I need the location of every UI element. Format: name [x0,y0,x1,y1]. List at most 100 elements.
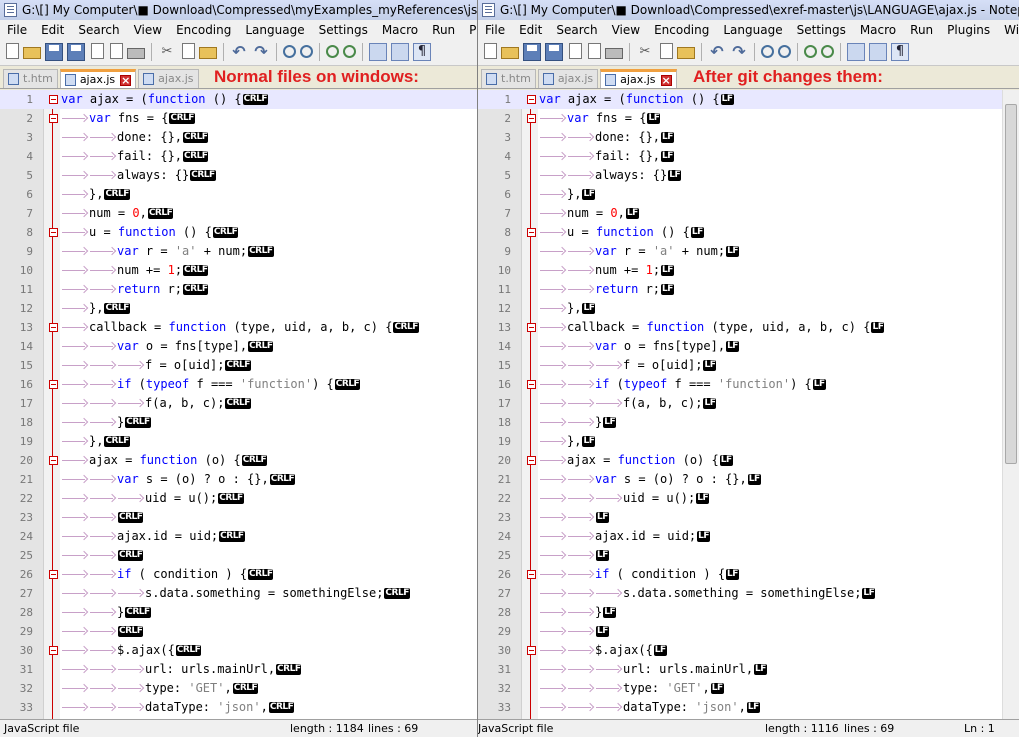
file-tab[interactable]: t.htm [481,69,536,88]
code-line[interactable]: 4 fail: {}, LF [478,147,1019,166]
window-title-bar[interactable]: G:\[] My Computer\■ Download\Compressed\… [478,0,1019,20]
menu-edit[interactable]: Edit [34,20,71,40]
menu-language[interactable]: Language [238,20,311,40]
code-line[interactable]: 1 var ajax = (function () {LF [478,90,1019,109]
code-line[interactable]: 22 uid = u(); LF [478,489,1019,508]
code-line[interactable]: 29 CRLF [0,622,477,641]
code-line[interactable]: 30 $.ajax({LF [478,641,1019,660]
menu-edit[interactable]: Edit [512,20,549,40]
code-line[interactable]: 11 return r; CRLF [0,280,477,299]
code-line[interactable]: 25 LF [478,546,1019,565]
close-all-icon[interactable] [588,43,601,59]
menu-search[interactable]: Search [549,20,604,40]
code-line[interactable]: 18} LF [478,413,1019,432]
redo-icon[interactable]: ↷ [252,43,270,61]
code-line[interactable]: 13 callback = function (type, uid, a, b, … [0,318,477,337]
menu-settings[interactable]: Settings [790,20,853,40]
code-line[interactable]: 24 ajax.id = uid; CRLF [0,527,477,546]
close-icon[interactable] [569,43,582,59]
close-tab-icon[interactable]: × [120,74,132,86]
print-icon[interactable] [127,48,145,59]
show-all-characters-icon[interactable]: ¶ [413,43,431,61]
save-icon[interactable] [523,43,541,61]
menu-view[interactable]: View [127,20,169,40]
fold-toggle-icon[interactable] [527,228,536,237]
close-icon[interactable] [91,43,104,59]
menu-file[interactable]: File [0,20,34,40]
fold-toggle-icon[interactable] [527,95,536,104]
code-line[interactable]: 18} CRLF [0,413,477,432]
cut-icon[interactable]: ✂ [636,43,654,61]
code-line[interactable]: 7 num = 0, CRLF [0,204,477,223]
paste-icon[interactable] [199,47,217,59]
cut-icon[interactable]: ✂ [158,43,176,61]
code-line[interactable]: 20 ajax = function (o) {CRLF [0,451,477,470]
paste-icon[interactable] [677,47,695,59]
new-file-icon[interactable] [484,43,497,59]
code-line[interactable]: 16 if (typeof f === 'function') {CRLF [0,375,477,394]
fold-toggle-icon[interactable] [527,323,536,332]
fold-toggle-icon[interactable] [49,570,58,579]
code-line[interactable]: 5 always: {} CRLF [0,166,477,185]
file-tab[interactable]: ajax.js × [600,69,677,88]
window-title-bar[interactable]: G:\[] My Computer\■ Download\Compressed\… [0,0,477,20]
undo-icon[interactable]: ↶ [708,43,726,61]
replace-icon[interactable] [778,45,791,58]
file-tab[interactable]: ajax.js × [59,69,137,88]
fold-toggle-icon[interactable] [49,114,58,123]
code-line[interactable]: 11 return r; LF [478,280,1019,299]
code-line[interactable]: 28} CRLF [0,603,477,622]
menu-plugins[interactable]: Plugins [462,20,477,40]
code-line[interactable]: 2 var fns = {LF [478,109,1019,128]
zoom-out-icon[interactable] [821,45,834,58]
menu-settings[interactable]: Settings [312,20,375,40]
fold-toggle-icon[interactable] [49,95,58,104]
open-file-icon[interactable] [23,47,41,59]
code-line[interactable]: 29 LF [478,622,1019,641]
code-line[interactable]: 10 num += 1; CRLF [0,261,477,280]
code-line[interactable]: 6}, CRLF [0,185,477,204]
code-line[interactable]: 2 var fns = {CRLF [0,109,477,128]
zoom-in-icon[interactable] [804,45,817,58]
fold-toggle-icon[interactable] [527,114,536,123]
code-line[interactable]: 31 url: urls.mainUrl, CRLF [0,660,477,679]
scrollbar-thumb[interactable] [1005,104,1017,464]
menu-language[interactable]: Language [716,20,789,40]
menu-view[interactable]: View [605,20,647,40]
copy-icon[interactable] [660,43,673,59]
undo-icon[interactable]: ↶ [230,43,248,61]
code-line[interactable]: 9 var r = 'a' + num; CRLF [0,242,477,261]
code-line[interactable]: 17 f(a, b, c); LF [478,394,1019,413]
save-all-icon[interactable] [545,43,563,61]
code-line[interactable]: 15 f = o[uid]; CRLF [0,356,477,375]
file-tab[interactable]: ajax.js [138,69,199,88]
replace-icon[interactable] [300,45,313,58]
code-line[interactable]: 27 s.data.something = somethingElse; CRLF [0,584,477,603]
code-line[interactable]: 33 dataType: 'json', LF [478,698,1019,717]
code-line[interactable]: 24 ajax.id = uid; LF [478,527,1019,546]
code-line[interactable]: 19}, LF [478,432,1019,451]
code-line[interactable]: 13 callback = function (type, uid, a, b, … [478,318,1019,337]
code-line[interactable]: 22 uid = u(); CRLF [0,489,477,508]
code-line[interactable]: 8 u = function () {CRLF [0,223,477,242]
word-wrap-icon[interactable] [391,43,409,61]
code-line[interactable]: 4 fail: {}, CRLF [0,147,477,166]
code-line[interactable]: 27 s.data.something = somethingElse; LF [478,584,1019,603]
code-line[interactable]: 23 CRLF [0,508,477,527]
code-line[interactable]: 33 dataType: 'json', CRLF [0,698,477,717]
fold-toggle-icon[interactable] [527,380,536,389]
save-icon[interactable] [45,43,63,61]
code-line[interactable]: 20 ajax = function (o) {LF [478,451,1019,470]
redo-icon[interactable]: ↷ [730,43,748,61]
code-line[interactable]: 31 url: urls.mainUrl, LF [478,660,1019,679]
fold-toggle-icon[interactable] [49,323,58,332]
menu-search[interactable]: Search [71,20,126,40]
new-file-icon[interactable] [6,43,19,59]
close-tab-icon[interactable]: × [660,74,672,86]
fold-toggle-icon[interactable] [527,456,536,465]
file-tab[interactable]: t.htm [3,69,58,88]
word-wrap-icon[interactable] [869,43,887,61]
find-icon[interactable] [761,45,774,58]
fold-toggle-icon[interactable] [49,646,58,655]
code-line[interactable]: 17 f(a, b, c); CRLF [0,394,477,413]
